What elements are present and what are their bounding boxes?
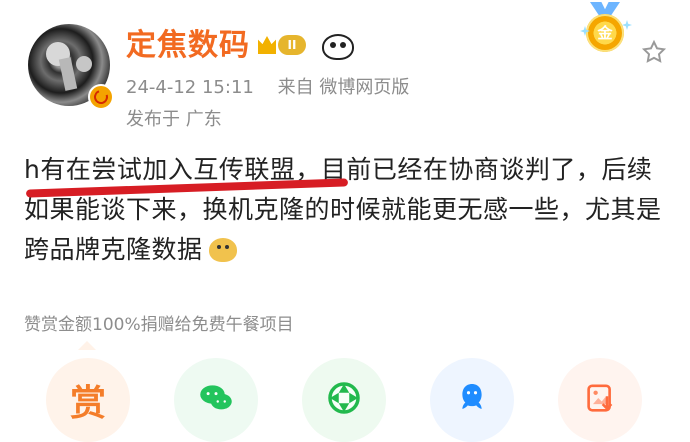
crown-icon [258, 36, 276, 54]
favorite-button[interactable] [640, 38, 668, 66]
post-meta: 24-4-12 15:11 来自 微博网页版 [126, 76, 427, 100]
moments-icon [323, 377, 365, 423]
doge-icon [208, 238, 237, 262]
share-moments-button[interactable] [302, 358, 386, 442]
vip-level: II [278, 35, 306, 55]
username[interactable]: 定焦数码 [126, 28, 250, 64]
post-date: 24-4-12 15:11 [126, 77, 254, 98]
wechat-icon [195, 377, 237, 423]
save-image-button[interactable] [558, 358, 642, 442]
panda-icon [322, 34, 354, 60]
reward-text: 赞赏金额100%捐赠给免费午餐项目 [24, 315, 294, 335]
reward-button[interactable]: 赏 [46, 358, 130, 442]
post-source: 来自 微博网页版 [277, 77, 410, 98]
avatar-wrap[interactable] [28, 24, 114, 110]
reward-pointer [78, 341, 96, 350]
share-wechat-button[interactable] [174, 358, 258, 442]
qq-icon [451, 377, 493, 423]
medal-icon: 金 [580, 2, 632, 54]
post-text: h有在尝试加入互传联盟，目前已经在协商谈判了，后续如果能谈下来，换机克隆的时候就… [24, 155, 662, 264]
image-save-icon [579, 377, 621, 423]
post-content: h有在尝试加入互传联盟，目前已经在协商谈判了，后续如果能谈下来，换机克隆的时候就… [24, 150, 674, 270]
post-location: 发布于 广东 [126, 109, 222, 130]
verified-badge-icon [88, 84, 114, 110]
share-qq-button[interactable] [430, 358, 514, 442]
medal-circle: 金 [586, 14, 624, 52]
action-bar: 赏 [0, 350, 690, 442]
vip-badge[interactable]: II [258, 34, 312, 56]
star-icon [641, 39, 667, 63]
